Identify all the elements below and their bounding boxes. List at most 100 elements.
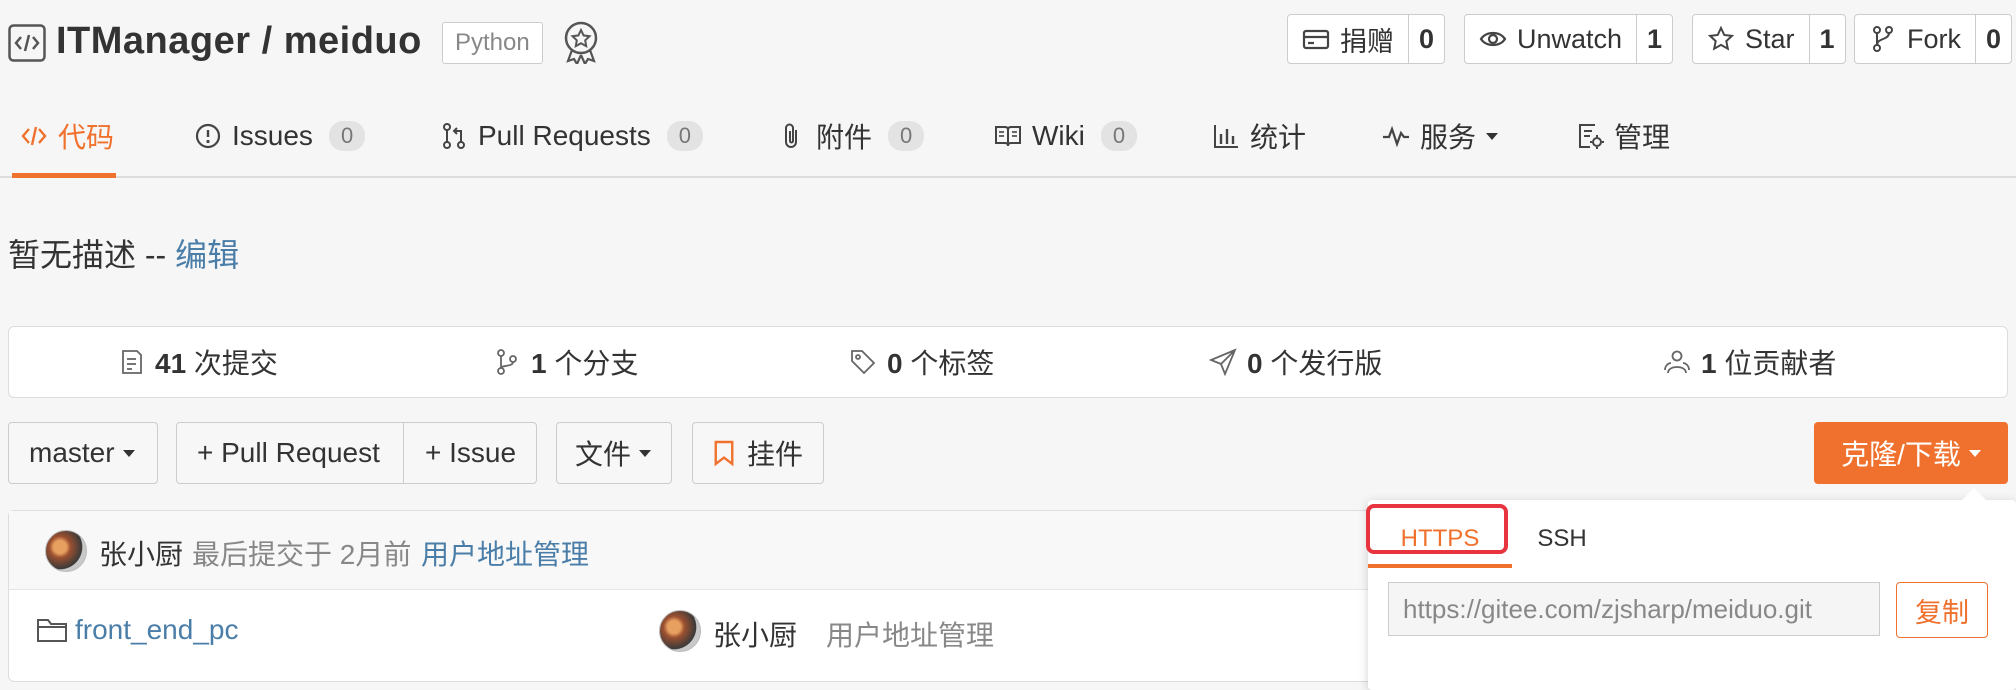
clone-download-button[interactable]: 克隆/下载 [1814,422,2008,484]
tags-count: 0 [887,348,903,379]
repo-title[interactable]: ITManager / meiduo [56,20,422,63]
star-button-group[interactable]: Star 1 [1692,14,1846,64]
commits-text: 41 次提交 [155,342,278,382]
chevron-down-icon [639,449,652,457]
avatar[interactable] [659,610,701,652]
tab-issues[interactable]: Issues 0 [194,96,366,176]
highlight-box [1366,504,1508,554]
branches-label: 个分支 [546,348,639,379]
bar-chart-icon [1214,125,1238,148]
releases-stat[interactable]: 0 个发行版 [1209,327,1382,397]
chevron-down-icon [1486,132,1499,140]
widget-label: 挂件 [747,439,804,470]
star-count[interactable]: 1 [1808,15,1845,63]
tab-label: 附件 [816,122,873,153]
contributors-text: 1 位贡献者 [1701,342,1836,382]
contributors-stat[interactable]: 1 位贡献者 [1663,327,1836,397]
branch-select[interactable]: master [8,422,158,484]
commits-stat[interactable]: 41 次提交 [117,327,278,397]
watch-count[interactable]: 1 [1636,15,1672,63]
file-name-link[interactable]: front_end_pc [75,614,238,646]
tags-text: 0 个标签 [887,342,994,382]
paperclip-icon [785,123,797,148]
commit-author[interactable]: 张小厨 [99,533,183,573]
unwatch-label: Unwatch [1517,23,1623,54]
copy-button[interactable]: 复制 [1896,582,1988,638]
wallet-icon [1302,29,1330,50]
unwatch-button[interactable]: Unwatch [1465,15,1636,63]
commits-label: 次提交 [186,348,278,379]
tab-services[interactable]: 服务 [1382,96,1499,176]
avatar[interactable] [45,530,87,572]
clone-dropdown: HTTPS SSH https://gitee.com/zjsharp/meid… [1366,488,2016,690]
widget-button[interactable]: 挂件 [692,422,824,484]
eye-icon [1479,31,1507,47]
code-icon [21,126,47,146]
chevron-down-icon [1968,449,1981,457]
tab-count-badge: 0 [1100,121,1138,151]
tab-attachments[interactable]: 附件 0 [778,96,925,176]
donate-count[interactable]: 0 [1408,15,1444,63]
tab-label: 管理 [1614,122,1671,153]
watch-button-group[interactable]: Unwatch 1 [1464,14,1674,64]
tab-count-badge: 0 [328,121,366,151]
fork-count[interactable]: 0 [1975,15,2011,63]
file-commit-message[interactable]: 用户地址管理 [826,614,994,654]
new-pull-request-label: + Pull Request [197,437,380,468]
contributors-count: 1 [1701,348,1717,379]
file-menu-label: 文件 [575,439,632,470]
file-menu-button[interactable]: 文件 [556,422,672,484]
new-issue-label: + Issue [425,437,517,468]
releases-label: 个发行版 [1262,348,1383,379]
tab-label: Issues [232,120,313,151]
recommended-badge-icon[interactable] [560,20,602,64]
tab-label: Pull Requests [478,120,651,151]
branch-select-label: master [29,437,115,468]
tab-manage[interactable]: 管理 [1576,96,1670,176]
commits-icon [122,350,142,374]
new-issue-button[interactable]: + Issue [403,422,537,484]
language-badge[interactable]: Python [442,22,543,64]
branches-stat[interactable]: 1 个分支 [493,327,638,397]
fork-label: Fork [1907,23,1961,54]
contributors-label: 位贡献者 [1716,348,1837,379]
branches-text: 1 个分支 [531,342,638,382]
repo-stats-bar: 41 次提交 1 个分支 0 个标签 0 个发行版 1 位贡献者 [8,326,2008,398]
tags-stat[interactable]: 0 个标签 [849,327,994,397]
tab-code[interactable]: 代码 [11,96,117,178]
contributors-icon [1664,350,1690,374]
fork-button[interactable]: Fork [1855,15,1975,63]
donate-button[interactable]: 捐赠 [1288,15,1408,63]
fork-button-group[interactable]: Fork 0 [1854,14,2013,64]
commit-time: 最后提交于 2月前 [192,539,412,570]
repo-icon [8,24,46,62]
repo-tabs: 代码 Issues 0 Pull Requests 0 附件 0 Wiki 0 … [0,96,2016,178]
edit-description-link[interactable]: 编辑 [175,237,239,273]
donate-label: 捐赠 [1340,26,1394,57]
tab-pull-requests[interactable]: Pull Requests 0 [440,96,704,176]
branches-count: 1 [531,348,547,379]
ssh-tab-label: SSH [1537,525,1587,552]
star-button[interactable]: Star [1693,15,1809,63]
releases-text: 0 个发行版 [1247,342,1382,382]
fork-icon [1873,26,1893,52]
chevron-down-icon [122,449,135,457]
new-pull-request-button[interactable]: + Pull Request [176,422,404,484]
tab-label: 统计 [1250,122,1307,153]
commit-message-link[interactable]: 用户地址管理 [421,533,589,573]
tab-wiki[interactable]: Wiki 0 [994,96,1138,176]
send-icon [1209,348,1237,376]
star-label: Star [1745,23,1795,54]
commits-count: 41 [155,348,187,379]
clone-url-field[interactable]: https://gitee.com/zjsharp/meiduo.git [1388,582,1880,636]
description-text: 暂无描述 -- [8,237,176,273]
pull-request-icon [443,123,465,149]
repo-description: 暂无描述 -- 编辑 [8,230,239,276]
file-commit-author[interactable]: 张小厨 [713,614,797,654]
tab-stats[interactable]: 统计 [1212,96,1306,176]
tags-label: 个标签 [902,348,995,379]
donate-button-group[interactable]: 捐赠 0 [1287,14,1446,64]
clone-download-label: 克隆/下载 [1841,439,1961,470]
tab-count-badge: 0 [888,121,925,151]
ssh-tab[interactable]: SSH [1514,514,1610,564]
